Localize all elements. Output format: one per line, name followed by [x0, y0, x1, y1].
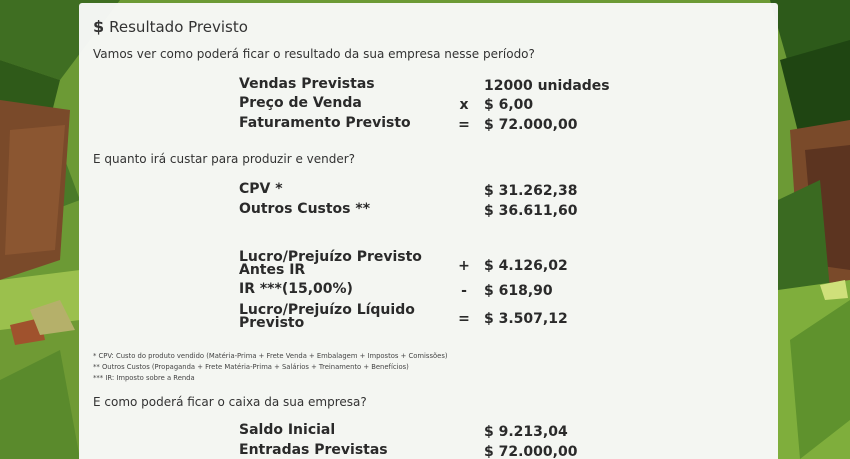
- cost-row: Outros Custos ** $ 36.611,60: [79, 201, 778, 223]
- row-label: IR ***(15,00%): [239, 281, 353, 297]
- cost-row: CPV * $ 31.262,38: [79, 181, 778, 203]
- result-panel: $ Resultado Previsto Vamos ver como poder…: [79, 3, 778, 459]
- row-label: Preço de Venda: [239, 95, 362, 111]
- dollar-icon: $: [93, 17, 105, 36]
- row-value: $ 72.000,00: [484, 444, 578, 459]
- sales-row: Faturamento Previsto = $ 72.000,00: [79, 115, 778, 137]
- cost-question: E quanto irá custar para produzir e vend…: [93, 152, 356, 166]
- row-value: $ 72.000,00: [484, 117, 578, 133]
- row-value: $ 618,90: [484, 283, 553, 299]
- row-operator: =: [458, 117, 470, 133]
- row-operator: +: [458, 258, 470, 274]
- row-value: $ 9.213,04: [484, 424, 568, 440]
- row-value: $ 6,00: [484, 97, 534, 113]
- panel-title: $ Resultado Previsto: [93, 17, 248, 36]
- result-row: IR ***(15,00%) - $ 618,90: [79, 281, 778, 303]
- row-value: $ 4.126,02: [484, 258, 568, 274]
- row-operator: x: [459, 97, 469, 113]
- row-label: Entradas Previstas: [239, 442, 388, 458]
- row-value: $ 31.262,38: [484, 183, 578, 199]
- cash-row: Saldo Inicial $ 9.213,04: [79, 422, 778, 444]
- row-value: $ 3.507,12: [484, 311, 568, 327]
- row-label: Saldo Inicial: [239, 422, 336, 438]
- row-value: $ 36.611,60: [484, 203, 578, 219]
- row-label: Outros Custos **: [239, 201, 371, 217]
- row-label: Lucro/Prejuízo Previsto Antes IR: [239, 249, 422, 278]
- footnote-ir: *** IR: Imposto sobre a Renda: [93, 374, 195, 382]
- footnote-cpv: * CPV: Custo do produto vendido (Matéria…: [93, 352, 448, 360]
- row-label: Faturamento Previsto: [239, 115, 411, 131]
- row-operator: =: [458, 311, 470, 327]
- row-label: Lucro/Prejuízo Líquido Previsto: [239, 302, 415, 331]
- result-row: Lucro/Prejuízo Previsto Antes IR + $ 4.1…: [79, 249, 778, 279]
- row-label: CPV *: [239, 181, 283, 197]
- result-row: Lucro/Prejuízo Líquido Previsto = $ 3.50…: [79, 302, 778, 332]
- intro-question: Vamos ver como poderá ficar o resultado …: [93, 47, 535, 61]
- sales-row: Preço de Venda x $ 6,00: [79, 95, 778, 117]
- footnote-other-costs: ** Outros Custos (Propaganda + Frete Mat…: [93, 363, 409, 371]
- cash-question: E como poderá ficar o caixa da sua empre…: [93, 395, 367, 409]
- sales-row: Vendas Previstas 12000 unidades: [79, 76, 778, 98]
- row-value: 12000 unidades: [484, 78, 610, 94]
- row-operator: -: [461, 283, 467, 299]
- row-label: Vendas Previstas: [239, 76, 375, 92]
- cash-row: Entradas Previstas $ 72.000,00: [79, 442, 778, 459]
